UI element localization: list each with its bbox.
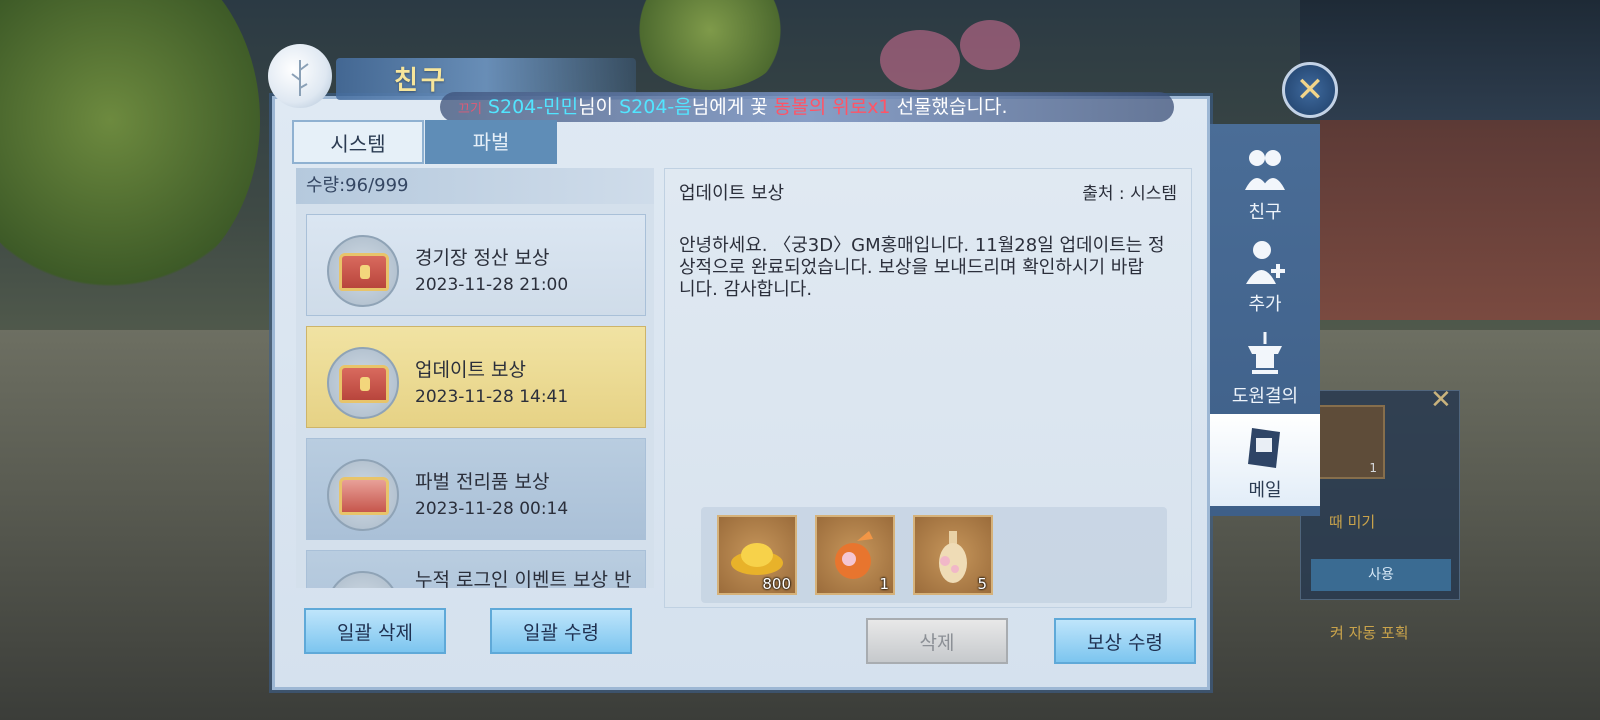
nav-label: 메일	[1248, 480, 1282, 501]
nav-label: 친구	[1248, 202, 1282, 223]
close-icon: ✕	[1295, 70, 1325, 110]
tab-system[interactable]: 시스템	[292, 120, 424, 164]
background-blossom	[880, 30, 960, 90]
banner-text: 선물했습니다.	[890, 96, 1008, 118]
mail-detail-body: 안녕하세요. 〈궁3D〉GM홍매입니다. 11월28일 업데이트는 정 상적으로…	[679, 235, 1179, 301]
background-item-slot: 1	[1311, 405, 1385, 479]
mail-count: 수량:96/999	[296, 168, 654, 204]
add-friend-icon	[1246, 241, 1285, 284]
reward-count: 5	[977, 575, 987, 593]
mail-item-title: 파벌 전리품 보상	[415, 471, 550, 493]
mail-body-line: 안녕하세요. 〈궁3D〉GM홍매입니다. 11월28일 업데이트는 정	[679, 235, 1165, 256]
gold-ingot-icon[interactable]: 800	[717, 515, 797, 595]
background-use-button: 사용	[1311, 559, 1451, 591]
treasure-chest-icon	[327, 347, 399, 419]
mail-item-date: 2023-11-28 00:14	[415, 499, 569, 519]
mail-item-title: 경기장 정산 보상	[415, 247, 550, 269]
bamboo-icon	[291, 60, 309, 96]
background-tree	[630, 0, 790, 90]
mail-item-title: 업데이트 보상	[415, 359, 526, 381]
banner-receiver: S204-음	[619, 96, 692, 118]
background-building	[1320, 120, 1600, 320]
open-chest-icon	[327, 459, 399, 531]
background-building	[1300, 0, 1600, 120]
mail-item-date: 2023-11-28 21:00	[415, 275, 569, 295]
window-title: 친구	[394, 66, 448, 96]
close-button[interactable]: ✕	[1282, 62, 1338, 118]
treasure-chest-icon	[327, 235, 399, 307]
mail-detail-source: 출처 : 시스템	[1082, 184, 1177, 204]
banner-text: 님에게 꽃	[691, 96, 774, 118]
tab-guild[interactable]: 파벌	[425, 120, 557, 164]
flower-pouch-icon[interactable]: 1	[815, 515, 895, 595]
nav-item-oath[interactable]: 도원결의	[1210, 320, 1320, 412]
mail-item-date: 2023-11-28 14:41	[415, 387, 569, 407]
delete-button[interactable]: 삭제	[866, 618, 1008, 664]
background-item-count: 1	[1369, 461, 1377, 475]
oath-altar-icon	[1248, 332, 1282, 374]
banner-item: 동볼의 위로x1	[773, 96, 891, 118]
banner-sender: S204-민민	[487, 96, 579, 118]
friends-icon	[1245, 150, 1285, 190]
reward-count: 800	[762, 575, 791, 593]
background-blossom	[960, 20, 1020, 70]
mail-list-item[interactable]: 파벌 전리품 보상 2023-11-28 00:14	[306, 438, 646, 540]
broadcast-banner: 끄기 S204-민민님이 S204-음님에게 꽃 동볼의 위로x1 선물했습니다.	[440, 92, 1174, 122]
background-item-panel: 1 때 미기 사용	[1300, 390, 1460, 600]
nav-item-friends[interactable]: 친구	[1210, 136, 1320, 228]
mail-list-item[interactable]: 경기장 정산 보상 2023-11-28 21:00	[306, 214, 646, 316]
nav-item-add[interactable]: 추가	[1210, 228, 1320, 320]
mail-book-icon	[1248, 428, 1280, 468]
mail-body-line: 니다. 감사합니다.	[679, 279, 813, 300]
banner-off-toggle[interactable]: 끄기	[458, 95, 482, 122]
bulk-delete-button[interactable]: 일괄 삭제	[304, 608, 446, 654]
bulk-receive-button[interactable]: 일괄 수령	[490, 608, 632, 654]
reward-list: 800 1 5	[701, 507, 1167, 603]
nav-label: 도원결의	[1231, 386, 1299, 407]
receive-reward-button[interactable]: 보상 수령	[1054, 618, 1196, 664]
mail-list-item[interactable]: 누적 로그인 이벤트 보상 반환	[306, 550, 646, 588]
mail-detail-title: 업데이트 보상	[679, 183, 785, 204]
mail-detail-panel: 업데이트 보상 출처 : 시스템 안녕하세요. 〈궁3D〉GM홍매입니다. 11…	[664, 168, 1192, 608]
mail-list-item-selected[interactable]: 업데이트 보상 2023-11-28 14:41	[306, 326, 646, 428]
mail-list[interactable]: 경기장 정산 보상 2023-11-28 21:00 업데이트 보상 2023-…	[296, 204, 654, 588]
banner-text: 님이	[578, 96, 620, 118]
background-close-icon: ✕	[1430, 385, 1452, 415]
mail-body-line: 상적으로 완료되었습니다. 보상을 보내드리며 확인하시기 바랍	[679, 257, 1144, 278]
nav-item-mail[interactable]: 메일	[1210, 414, 1320, 506]
nav-label: 추가	[1248, 294, 1282, 315]
side-nav: 친구 추가 도원결의 메일	[1210, 124, 1320, 516]
treasure-chest-icon	[327, 571, 399, 588]
background-item-label: 때 미기	[1329, 513, 1376, 531]
reward-count: 1	[879, 575, 889, 593]
mail-item-title: 누적 로그인 이벤트 보상 반환	[415, 569, 632, 588]
blossom-vase-icon[interactable]: 5	[913, 515, 993, 595]
background-auto-capture-label: 켜 자동 포획	[1330, 624, 1409, 642]
background-willow-tree	[0, 0, 260, 300]
